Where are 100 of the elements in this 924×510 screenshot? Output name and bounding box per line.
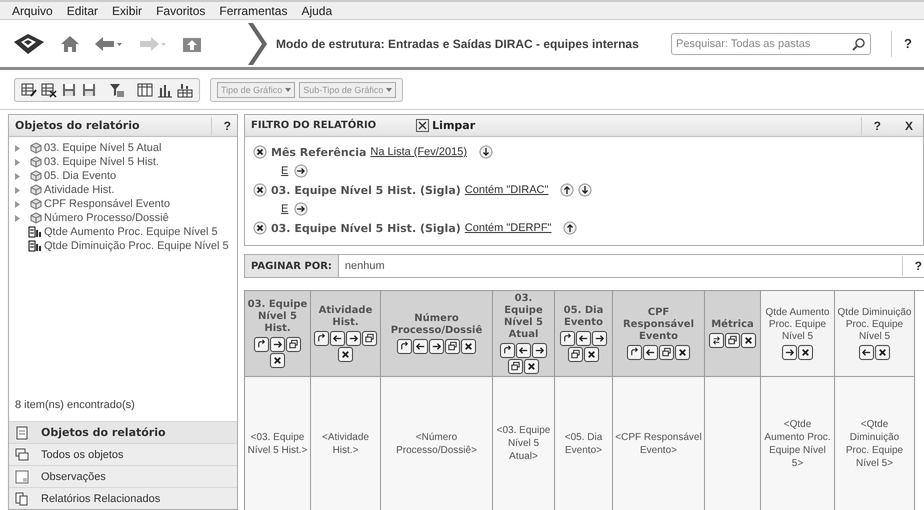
move-right-button[interactable] [429, 339, 444, 354]
page-by-button[interactable] [659, 345, 674, 360]
menu-item[interactable]: Editar [66, 4, 98, 18]
caret-icon [285, 88, 292, 92]
move-right-button[interactable] [592, 331, 607, 346]
move-left-button[interactable] [330, 331, 345, 346]
move-right-button[interactable] [532, 343, 547, 358]
move-down-icon[interactable] [479, 145, 493, 159]
tree-item[interactable]: Número Processo/Dossiê [13, 211, 233, 225]
tree-item[interactable]: 05. Dia Evento [13, 169, 233, 183]
help-button[interactable]: ? [860, 116, 893, 134]
move-left-button[interactable] [643, 345, 658, 360]
move-left-button[interactable] [576, 331, 591, 346]
indent-icon[interactable] [294, 164, 308, 178]
panel-section-tab[interactable]: Relatórios Relacionados [9, 487, 237, 509]
remove-button[interactable] [338, 347, 353, 362]
panel-section-tab[interactable]: Observações [9, 465, 237, 487]
clear-button[interactable]: Limpar [416, 119, 476, 132]
close-button[interactable]: X [892, 116, 917, 134]
stacked-pages-icon [510, 361, 521, 372]
column-title: Métrica [711, 319, 754, 331]
back-icon[interactable] [94, 34, 124, 52]
move-left-button[interactable] [859, 345, 874, 360]
delete-grid-icon[interactable] [41, 82, 57, 98]
page-by-button[interactable] [725, 333, 740, 348]
page-by-button[interactable] [508, 359, 523, 374]
cube-icon [30, 156, 42, 168]
filter-operator-link[interactable]: Na Lista (Fev/2015) [370, 146, 467, 158]
move-right-button[interactable] [346, 331, 361, 346]
remove-condition-icon[interactable] [253, 221, 267, 235]
filter-field: Mês Referência [271, 146, 366, 158]
tree-item[interactable]: Qtde Diminuição Proc. Equipe Nível 5 [13, 239, 233, 253]
remove-button[interactable] [270, 353, 285, 368]
page-by-button[interactable] [568, 347, 583, 362]
right-arrow-icon [784, 347, 795, 358]
remove-button[interactable] [461, 339, 476, 354]
move-right-button[interactable] [782, 345, 797, 360]
stacked-pages-icon [364, 333, 375, 344]
pivot-button[interactable] [314, 331, 329, 346]
search-icon[interactable] [852, 36, 866, 50]
menu-item[interactable]: Favoritos [156, 4, 206, 18]
tree-item[interactable]: CPF Responsável Evento [13, 197, 233, 211]
filter-icon[interactable] [109, 82, 125, 98]
home-icon[interactable] [60, 34, 80, 52]
filter-operator-link[interactable]: Contém "DIRAC" [464, 184, 548, 196]
page-by-button[interactable] [362, 331, 377, 346]
menu-item[interactable]: Ferramentas [219, 4, 288, 18]
page-by-button[interactable] [286, 337, 301, 352]
tree-item[interactable]: Atividade Hist. [13, 183, 233, 197]
menu-item[interactable]: Exibir [112, 4, 142, 18]
remove-button[interactable] [675, 345, 690, 360]
help-button[interactable]: ? [891, 30, 924, 56]
remove-button[interactable] [741, 333, 756, 348]
left-arrow-icon [578, 333, 589, 344]
pivot-button[interactable] [254, 337, 269, 352]
breadcrumb-chevron-icon [246, 20, 268, 66]
remove-button[interactable] [524, 359, 539, 374]
section-icon [15, 448, 29, 462]
tree-item[interactable]: Qtde Aumento Proc. Equipe Nível 5 [13, 225, 233, 239]
move-up-icon[interactable] [560, 183, 574, 197]
remove-button[interactable] [875, 345, 890, 360]
operator-link[interactable]: E [281, 165, 288, 177]
help-button[interactable]: ? [902, 256, 924, 276]
grid-view-icon[interactable] [137, 82, 153, 98]
pivot-button[interactable] [500, 343, 515, 358]
move-down-icon[interactable] [578, 183, 592, 197]
pivot-button[interactable] [627, 345, 642, 360]
remove-condition-icon[interactable] [253, 183, 267, 197]
menu-item[interactable]: Arquivo [12, 4, 53, 18]
remove-condition-icon[interactable] [253, 145, 267, 159]
help-button[interactable]: ? [210, 116, 231, 134]
move-left-button[interactable] [516, 343, 531, 358]
left-arrow-icon [415, 341, 426, 352]
grid-chart-icon[interactable] [177, 82, 193, 98]
tree-item[interactable]: 03. Equipe Nível 5 Atual [13, 141, 233, 155]
operator-link[interactable]: E [281, 203, 288, 215]
indent-icon[interactable] [294, 202, 308, 216]
panel-section-tab[interactable]: Todos os objetos [9, 443, 237, 465]
metric-icon [28, 240, 42, 252]
move-up-icon[interactable] [563, 221, 578, 235]
menu-item[interactable]: Ajuda [301, 4, 332, 18]
close-icon [586, 349, 597, 360]
swap-button[interactable] [709, 333, 724, 348]
move-right-button[interactable] [270, 337, 285, 352]
swap-arrows-icon [711, 335, 722, 346]
panel-section-tab[interactable]: Objetos do relatório [9, 421, 237, 443]
move-left-button[interactable] [413, 339, 428, 354]
search-field[interactable]: Pesquisar: Todas as pastas [671, 32, 872, 54]
filter-operator-link[interactable]: Contém "DERPF" [464, 222, 552, 234]
column-title: CPF Responsável Evento [622, 307, 695, 343]
pivot-button[interactable] [560, 331, 575, 346]
tree-item[interactable]: 03. Equipe Nível 5 Hist. [13, 155, 233, 169]
pivot-button[interactable] [397, 339, 412, 354]
right-arrow-icon [272, 339, 283, 350]
edit-grid-icon[interactable] [21, 82, 37, 98]
curved-arrow-icon [629, 347, 640, 358]
remove-button[interactable] [584, 347, 599, 362]
page-by-button[interactable] [445, 339, 460, 354]
curved-arrow-icon [562, 333, 573, 344]
remove-button[interactable] [798, 345, 813, 360]
